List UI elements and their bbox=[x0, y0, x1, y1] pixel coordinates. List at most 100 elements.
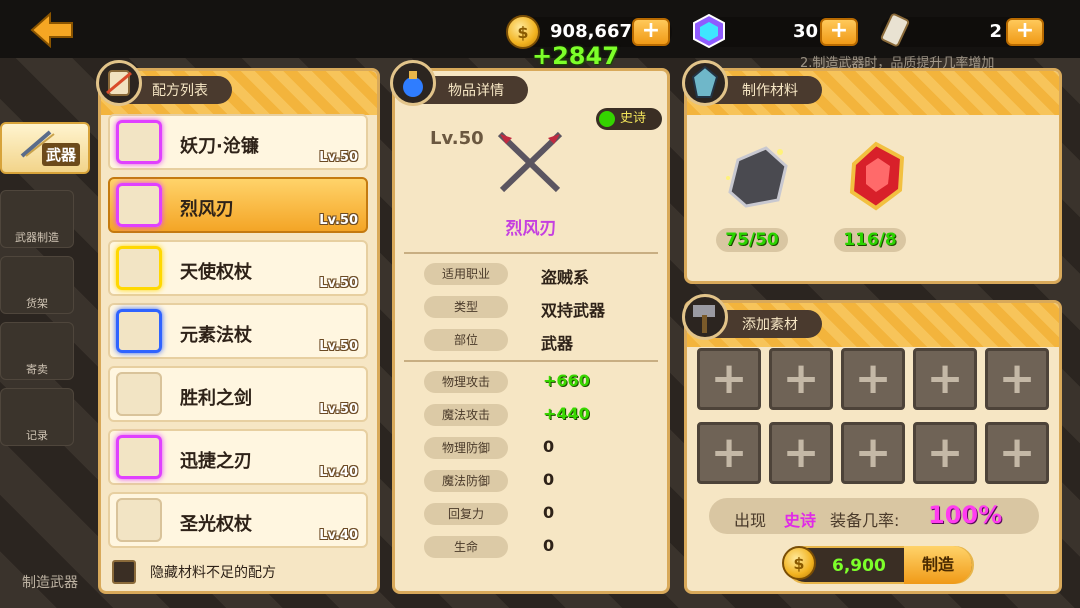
stat-value: +440 bbox=[543, 404, 590, 423]
sidebar-item-label: 记录 bbox=[26, 429, 48, 442]
gold-coin-icon: $ bbox=[782, 546, 816, 580]
rate-quality: 史诗 bbox=[784, 511, 817, 530]
dual-blade-icon bbox=[492, 124, 568, 200]
sidebar-item-weapon-craft[interactable]: 武器制造 bbox=[0, 190, 74, 248]
ore-count: 75/50 bbox=[716, 228, 788, 252]
recipe-item[interactable]: 天使权杖 Lv.50 bbox=[108, 240, 368, 296]
gem-count: 30 bbox=[792, 21, 818, 42]
sidebar-item-shelf[interactable]: 货架 bbox=[0, 256, 74, 314]
rate-middle: 装备几率: bbox=[830, 511, 900, 530]
back-arrow-icon[interactable] bbox=[30, 11, 76, 49]
ticket-count: 2 bbox=[989, 21, 1002, 42]
recipe-name: 圣光权杖 bbox=[180, 514, 252, 535]
sidebar-item-label: 寄卖 bbox=[26, 363, 48, 376]
attr-label: 类型 bbox=[424, 296, 508, 318]
weapon-icon bbox=[116, 435, 162, 479]
hammer-icon bbox=[682, 294, 728, 340]
sidebar-item-label: 货架 bbox=[26, 297, 48, 310]
stat-value: 0 bbox=[543, 437, 555, 456]
recipe-level: Lv.40 bbox=[319, 465, 358, 480]
plus-icon: + bbox=[854, 427, 892, 478]
gold-amount: 908,667 bbox=[550, 21, 632, 42]
material-slot[interactable]: + bbox=[769, 422, 833, 484]
material-slot[interactable]: + bbox=[985, 422, 1049, 484]
recipe-name: 天使权杖 bbox=[180, 262, 252, 283]
item-name: 烈风刃 bbox=[505, 219, 557, 239]
recipe-name: 元素法杖 bbox=[180, 325, 252, 346]
craft-button[interactable]: $ 6,900 制造 bbox=[782, 546, 974, 584]
recipe-item[interactable]: 迅捷之刃 Lv.40 bbox=[108, 429, 368, 485]
add-gold-button[interactable]: + bbox=[632, 18, 670, 46]
weapon-icon bbox=[116, 372, 162, 416]
crystal-icon bbox=[682, 60, 728, 106]
sidebar-item-label: 武器 bbox=[41, 143, 80, 166]
recipe-item[interactable]: 圣光权杖 Lv.40 bbox=[108, 492, 368, 548]
scroll-icon bbox=[96, 60, 142, 106]
potion-icon bbox=[390, 60, 436, 106]
stat-label: 物理攻击 bbox=[424, 371, 508, 393]
attr-label: 部位 bbox=[424, 329, 508, 351]
stat-value: 0 bbox=[543, 470, 555, 489]
stat-value: +660 bbox=[543, 371, 590, 390]
attr-label: 适用职业 bbox=[424, 263, 508, 285]
stat-label: 魔法攻击 bbox=[424, 404, 508, 426]
quality-label: 史诗 bbox=[620, 111, 647, 126]
hide-insufficient-label: 隐藏材料不足的配方 bbox=[150, 565, 276, 581]
recipe-name: 烈风刃 bbox=[180, 199, 234, 220]
attr-value: 盗贼系 bbox=[541, 268, 590, 287]
divider bbox=[404, 360, 658, 362]
footer-text: 制造武器 bbox=[22, 575, 78, 591]
stat-label: 魔法防御 bbox=[424, 470, 508, 492]
material-slot[interactable]: + bbox=[841, 348, 905, 410]
rate-prefix: 出现 bbox=[734, 511, 767, 530]
recipe-level: Lv.50 bbox=[319, 339, 358, 354]
recipe-level: Lv.50 bbox=[319, 276, 358, 291]
material-slot[interactable]: + bbox=[985, 348, 1049, 410]
add-gem-button[interactable]: + bbox=[820, 18, 858, 46]
material-slot[interactable]: + bbox=[913, 422, 977, 484]
sidebar-item-weapon[interactable]: 武器 bbox=[0, 122, 90, 174]
sidebar-item-consign[interactable]: 寄卖 bbox=[0, 322, 74, 380]
ore-icon bbox=[716, 138, 798, 214]
sidebar-item-record[interactable]: 记录 bbox=[0, 388, 74, 446]
craft-label: 制造 bbox=[904, 546, 972, 584]
rate-value: 100% bbox=[928, 501, 1003, 529]
stat-label: 物理防御 bbox=[424, 437, 508, 459]
plus-icon: + bbox=[854, 353, 892, 404]
recipe-item-selected[interactable]: 烈风刃 Lv.50 bbox=[108, 177, 368, 233]
recipe-level: Lv.40 bbox=[319, 528, 358, 543]
material-slot[interactable]: + bbox=[697, 422, 761, 484]
sidebar-item-label: 武器制造 bbox=[15, 231, 59, 244]
weapon-icon bbox=[116, 183, 162, 227]
recipe-level: Lv.50 bbox=[319, 213, 358, 228]
plus-icon: + bbox=[926, 353, 964, 404]
plus-icon: + bbox=[926, 427, 964, 478]
green-dot-icon bbox=[599, 111, 615, 127]
quality-badge: 史诗 bbox=[596, 108, 662, 130]
ticket-icon bbox=[878, 12, 912, 48]
recipe-item[interactable]: 元素法杖 Lv.50 bbox=[108, 303, 368, 359]
divider bbox=[404, 252, 658, 254]
attr-value: 武器 bbox=[541, 334, 574, 353]
attr-value: 双持武器 bbox=[541, 301, 606, 320]
stat-label: 回复力 bbox=[424, 503, 508, 525]
weapon-icon bbox=[116, 246, 162, 290]
material-slot[interactable]: + bbox=[841, 422, 905, 484]
plus-icon: + bbox=[782, 353, 820, 404]
stat-label: 生命 bbox=[424, 536, 508, 558]
ruby-count: 116/8 bbox=[834, 228, 906, 252]
material-slot[interactable]: + bbox=[697, 348, 761, 410]
recipe-level: Lv.50 bbox=[319, 150, 358, 165]
hide-insufficient-checkbox[interactable] bbox=[112, 560, 136, 584]
material-slot[interactable]: + bbox=[769, 348, 833, 410]
add-ticket-button[interactable]: + bbox=[1006, 18, 1044, 46]
ruby-icon bbox=[836, 136, 918, 216]
weapon-icon bbox=[116, 120, 162, 164]
stat-value: 0 bbox=[543, 503, 555, 522]
recipe-item[interactable]: 胜利之剑 Lv.50 bbox=[108, 366, 368, 422]
recipe-name: 妖刀·沧镰 bbox=[180, 136, 259, 157]
material-slot[interactable]: + bbox=[913, 348, 977, 410]
recipe-name: 迅捷之刃 bbox=[180, 451, 252, 472]
recipe-item[interactable]: 妖刀·沧镰 Lv.50 bbox=[108, 114, 368, 170]
craft-cost: 6,900 bbox=[832, 556, 886, 576]
